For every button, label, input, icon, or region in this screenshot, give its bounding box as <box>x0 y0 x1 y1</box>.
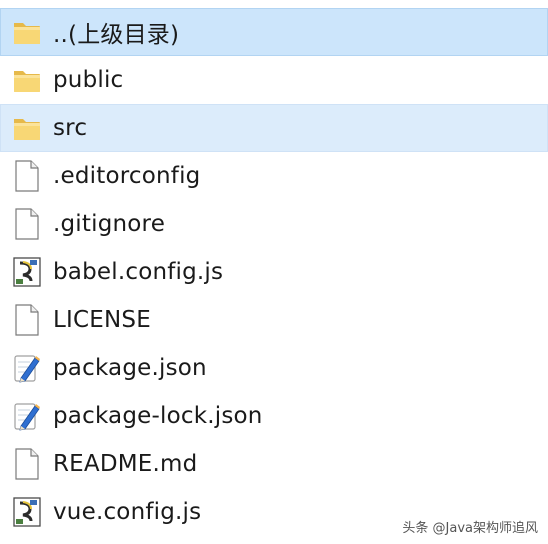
file-name: babel.config.js <box>53 259 224 285</box>
file-list-item[interactable]: package.json <box>0 344 548 392</box>
edit-document-icon <box>11 399 43 433</box>
file-name: package.json <box>53 355 207 381</box>
file-icon <box>11 447 43 481</box>
file-name: .gitignore <box>53 211 166 237</box>
file-list-item[interactable]: babel.config.js <box>0 248 548 296</box>
file-name: .editorconfig <box>53 163 201 189</box>
file-list-item[interactable]: .gitignore <box>0 200 548 248</box>
file-list-item[interactable]: LICENSE <box>0 296 548 344</box>
file-name: LICENSE <box>53 307 151 333</box>
folder-icon <box>11 111 43 145</box>
file-name: src <box>53 115 88 141</box>
file-list-item[interactable]: public <box>0 56 548 104</box>
folder-icon <box>11 63 43 97</box>
file-icon <box>11 207 43 241</box>
file-name: ..(上级目录) <box>53 22 180 48</box>
file-list-item[interactable]: .editorconfig <box>0 152 548 200</box>
file-icon <box>11 159 43 193</box>
file-icon <box>11 303 43 337</box>
file-list-item[interactable]: ..(上级目录) <box>0 8 548 56</box>
file-list-item[interactable]: package-lock.json <box>0 392 548 440</box>
edit-document-icon <box>11 351 43 385</box>
file-list-item[interactable]: README.md <box>0 440 548 488</box>
folder-icon <box>11 15 43 49</box>
script-icon <box>11 495 43 529</box>
watermark-text: 头条 @Java架构师追风 <box>402 521 538 536</box>
file-list: ..(上级目录) public src .editorconfig .gitignore… <box>0 8 548 536</box>
script-icon <box>11 255 43 289</box>
file-name: package-lock.json <box>53 403 263 429</box>
file-name: README.md <box>53 451 198 477</box>
file-list-item[interactable]: src <box>0 104 548 152</box>
file-name: vue.config.js <box>53 499 202 525</box>
file-name: public <box>53 67 124 93</box>
